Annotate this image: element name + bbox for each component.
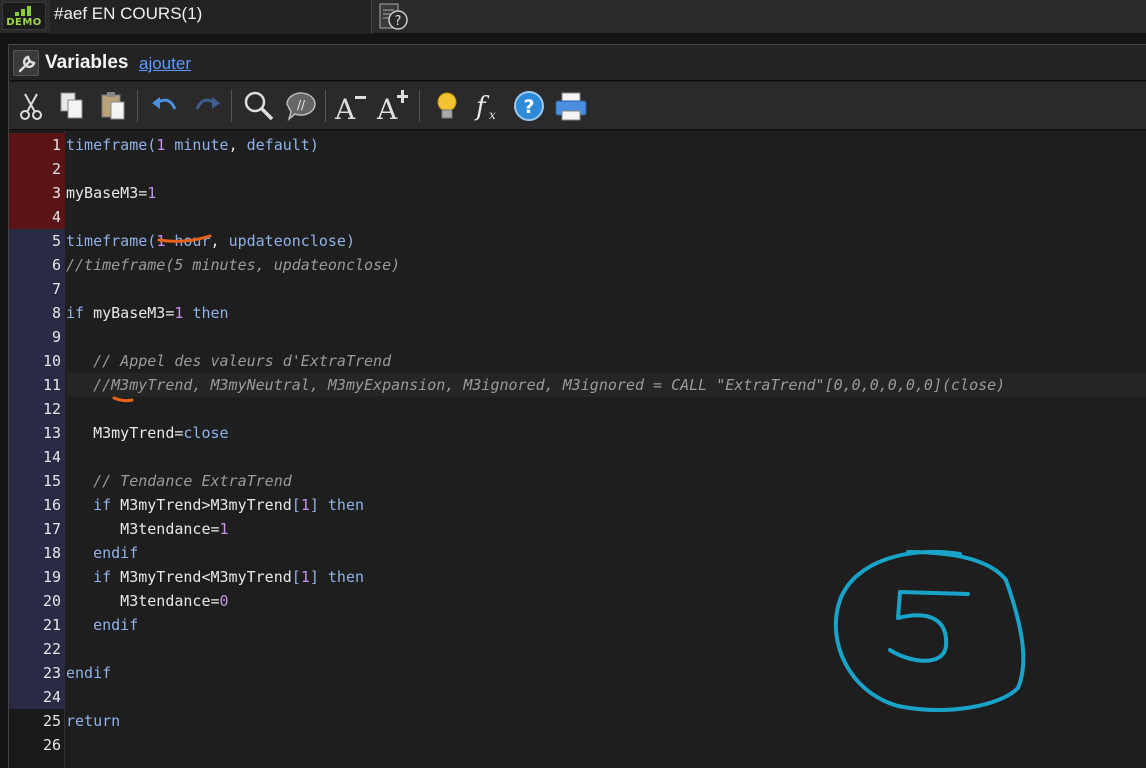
svg-text:A: A: [376, 93, 398, 125]
print-icon[interactable]: [553, 87, 589, 125]
line-number: 17: [9, 517, 65, 541]
code-editor[interactable]: 1 2 3 4 5 6 7 8 9 10 11 12 13 14 15 16 17 18 19 20 21 22 23 24 2…: [9, 131, 1146, 768]
code-line[interactable]: timeframe(1 hour, updateonclose): [66, 229, 1146, 253]
code-line[interactable]: endif: [66, 613, 1146, 637]
line-number: 21: [9, 613, 65, 637]
code-line[interactable]: [66, 733, 1146, 757]
svg-text:x: x: [489, 108, 496, 122]
comment-icon[interactable]: //: [283, 87, 319, 125]
code-line[interactable]: [66, 685, 1146, 709]
line-number: 26: [42, 736, 61, 754]
code-line[interactable]: [66, 157, 1146, 181]
line-number: 19: [9, 565, 65, 589]
line-number: 24: [9, 685, 65, 709]
code-line[interactable]: // Appel des valeurs d'ExtraTrend: [66, 349, 1146, 373]
undo-icon[interactable]: [147, 87, 183, 125]
code-line[interactable]: endif: [66, 661, 1146, 685]
code-line[interactable]: M3tendance=1: [66, 517, 1146, 541]
panel-title: Variables: [45, 52, 129, 73]
code-line[interactable]: M3myTrend=close: [66, 421, 1146, 445]
line-number: 3: [9, 181, 65, 205]
copy-icon[interactable]: [53, 87, 89, 125]
line-number: 9: [9, 325, 65, 349]
code-line[interactable]: //M3myTrend, M3myNeutral, M3myExpansion,…: [66, 373, 1146, 397]
panel-header: Variables ajouter: [9, 45, 1146, 81]
line-number: 25: [42, 712, 61, 730]
document-tab-title: #aef EN COURS(1): [54, 4, 203, 23]
document-tab[interactable]: #aef EN COURS(1): [50, 0, 372, 34]
code-line[interactable]: [66, 637, 1146, 661]
code-line[interactable]: //timeframe(5 minutes, updateonclose): [66, 253, 1146, 277]
font-increase-icon[interactable]: A: [375, 87, 411, 126]
svg-text:?: ?: [523, 96, 534, 118]
code-line[interactable]: [66, 445, 1146, 469]
line-number: 11: [9, 373, 65, 397]
line-number: 6: [9, 253, 65, 277]
code-line[interactable]: return: [66, 709, 1146, 733]
svg-text:f: f: [474, 92, 490, 122]
top-tab-bar: DEMO #aef EN COURS(1) ?: [0, 0, 1146, 34]
redo-icon[interactable]: [189, 87, 225, 125]
demo-label: DEMO: [6, 17, 42, 28]
line-number: 1: [9, 133, 65, 157]
code-line[interactable]: if myBaseM3=1 then: [66, 301, 1146, 325]
editor-toolbar: // A A fx ?: [9, 82, 1146, 130]
lightbulb-icon[interactable]: [429, 87, 465, 125]
line-number: 22: [9, 637, 65, 661]
svg-text:A: A: [334, 93, 356, 125]
code-line[interactable]: if M3myTrend<M3myTrend[1] then: [66, 565, 1146, 589]
line-number: 4: [9, 205, 65, 229]
code-line[interactable]: // Tendance ExtraTrend: [66, 469, 1146, 493]
code-line[interactable]: timeframe(1 minute, default): [66, 133, 1146, 157]
demo-badge[interactable]: DEMO: [2, 2, 46, 30]
svg-text:?: ?: [395, 14, 402, 29]
code-line[interactable]: myBaseM3=1: [66, 181, 1146, 205]
code-line[interactable]: [66, 277, 1146, 301]
line-number: 23: [9, 661, 65, 685]
line-number: 7: [9, 277, 65, 301]
code-line[interactable]: M3tendance=0: [66, 589, 1146, 613]
line-number: 18: [9, 541, 65, 565]
document-help-icon[interactable]: ?: [374, 0, 414, 34]
svg-text://: //: [297, 98, 306, 112]
variables-panel: Variables ajouter // A A f x ? 1 2 3 4 5…: [8, 44, 1146, 768]
code-line[interactable]: [66, 397, 1146, 421]
add-variable-link[interactable]: ajouter: [139, 54, 191, 74]
line-number: 10: [9, 349, 65, 373]
line-number-gutter: 1 2 3 4 5 6 7 8 9 10 11 12 13 14 15 16 17 18 19 20 21 22 23 24 2…: [9, 131, 65, 768]
search-icon[interactable]: [241, 87, 277, 125]
font-decrease-icon[interactable]: A: [333, 87, 369, 126]
signal-bars-icon: [15, 6, 35, 16]
line-number: 20: [9, 589, 65, 613]
function-icon[interactable]: fx: [471, 87, 507, 125]
line-number: 8: [9, 301, 65, 325]
line-number: 16: [9, 493, 65, 517]
line-number: 15: [9, 469, 65, 493]
code-line[interactable]: [66, 205, 1146, 229]
code-line[interactable]: [66, 325, 1146, 349]
line-number: 13: [9, 421, 65, 445]
wrench-icon[interactable]: [13, 50, 39, 76]
paste-icon[interactable]: [95, 87, 131, 125]
cut-icon[interactable]: [13, 87, 49, 125]
line-number: 14: [9, 445, 65, 469]
line-number: 2: [9, 157, 65, 181]
line-number: 5: [9, 229, 65, 253]
help-icon[interactable]: ?: [511, 87, 547, 125]
code-line[interactable]: if M3myTrend>M3myTrend[1] then: [66, 493, 1146, 517]
line-number: 12: [9, 397, 65, 421]
code-line[interactable]: endif: [66, 541, 1146, 565]
